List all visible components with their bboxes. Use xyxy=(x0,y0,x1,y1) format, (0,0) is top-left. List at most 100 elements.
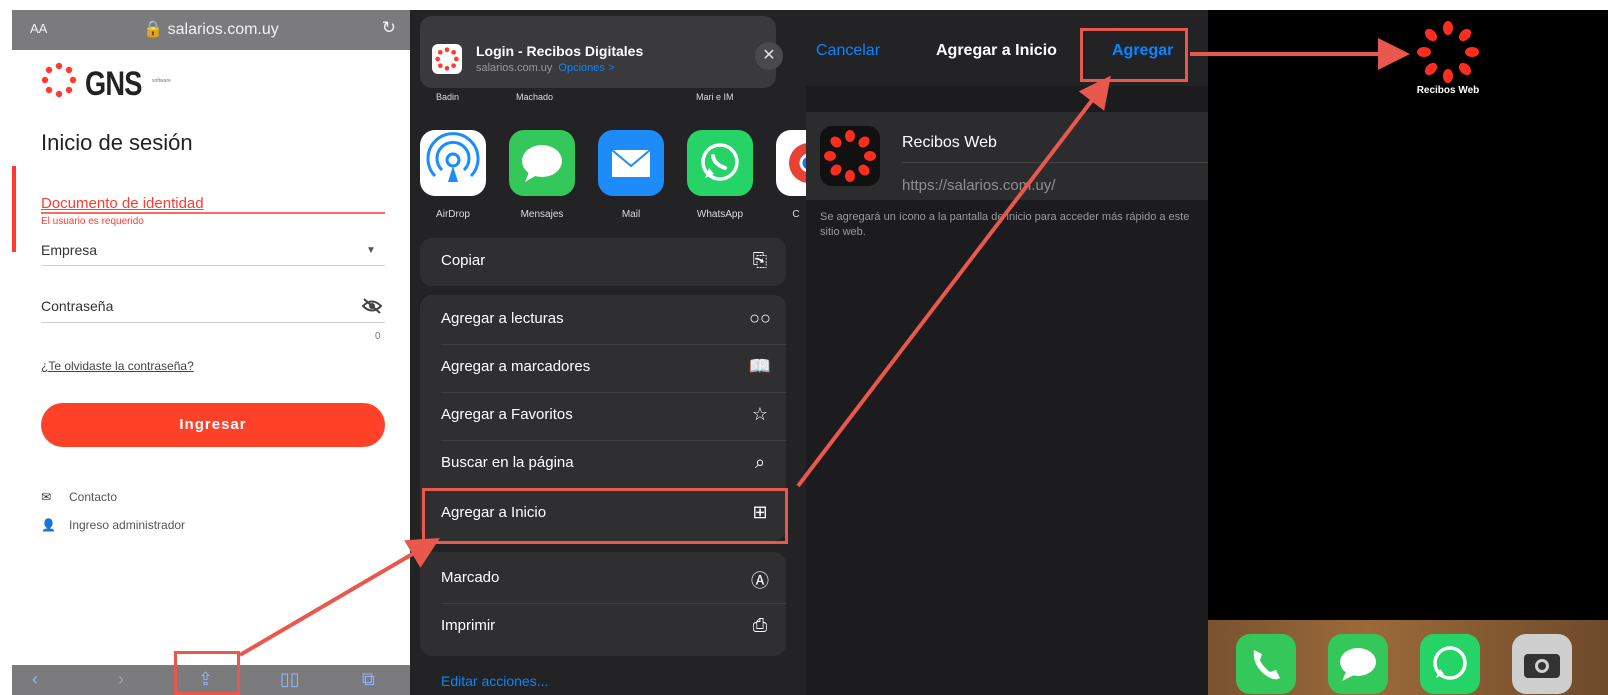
bookmarks-icon[interactable]: ▯▯ xyxy=(280,669,300,690)
app-label: C xyxy=(792,209,800,220)
messages-app[interactable] xyxy=(509,130,575,196)
add-bookmark-action[interactable]: Agregar a marcadores 📖 xyxy=(420,344,786,392)
shortcut-note: Se agregará un ícono a la pantalla de in… xyxy=(820,211,1190,238)
add-to-home-highlight-box xyxy=(422,488,788,544)
password-field[interactable]: Contraseña xyxy=(41,298,113,314)
message-bubble-icon xyxy=(522,145,562,182)
shared-page-title: Login - Recibos Digitales xyxy=(476,43,644,59)
safari-address-bar[interactable]: AA 🔒 salarios.com.uy ↻ xyxy=(12,10,410,50)
contact-link[interactable]: ✉ Contacto xyxy=(41,490,117,504)
chevron-down-icon[interactable]: ▼ xyxy=(366,245,376,256)
add-to-reading-list-action[interactable]: Agregar a lecturas ○○ xyxy=(420,296,786,344)
share-highlight-box xyxy=(174,651,240,695)
shared-url-text: salarios.com.uy xyxy=(476,62,553,74)
empresa-select[interactable]: Empresa xyxy=(41,242,97,258)
envelope-icon: ✉ xyxy=(41,490,52,504)
glasses-icon: ○○ xyxy=(749,308,771,328)
add-favorites-action[interactable]: Agregar a Favoritos ☆ xyxy=(420,392,786,440)
shortcut-url: https://salarios.com.uy/ xyxy=(902,177,1056,194)
admin-user-icon: 👤 xyxy=(41,518,56,532)
error-accent-bar xyxy=(12,166,16,252)
page-title: Inicio de sesión xyxy=(41,130,193,155)
admin-label: Ingreso administrador xyxy=(69,518,186,532)
camera-app[interactable] xyxy=(1512,634,1572,694)
document-error: El usuario es requerido xyxy=(41,216,144,227)
action-label: Agregar a lecturas xyxy=(441,310,564,327)
login-button[interactable]: Ingresar xyxy=(41,403,385,447)
site-favicon xyxy=(432,44,462,74)
home-icon-label: Recibos Web xyxy=(1416,85,1480,96)
airdrop-icon xyxy=(426,132,480,182)
options-link[interactable]: Opciones > xyxy=(558,62,614,74)
markup-icon: Ⓐ xyxy=(751,571,769,591)
app-label: AirDrop xyxy=(436,209,470,220)
gns-favicon-icon xyxy=(435,47,459,71)
action-label: Agregar a Favoritos xyxy=(441,406,573,423)
nav-title: Agregar a Inicio xyxy=(936,42,1057,59)
messages-dock-app[interactable] xyxy=(1328,634,1388,694)
whatsapp-icon xyxy=(1433,646,1467,680)
gns-logo-icon xyxy=(41,62,77,98)
address-field[interactable]: 🔒 salarios.com.uy xyxy=(12,19,410,39)
reload-icon[interactable]: ↻ xyxy=(382,18,396,38)
printer-icon: ⎙ xyxy=(752,615,768,635)
whatsapp-icon xyxy=(701,143,739,181)
search-icon: ⌕ xyxy=(754,452,766,472)
app-label: Mail xyxy=(621,209,641,220)
action-label: Imprimir xyxy=(441,617,496,634)
app-label: WhatsApp xyxy=(696,209,744,220)
mail-app[interactable] xyxy=(598,130,664,196)
star-icon: ☆ xyxy=(751,404,769,424)
address-url: salarios.com.uy xyxy=(167,21,279,38)
password-underline xyxy=(41,322,385,323)
contact-label: Contacto xyxy=(69,490,118,504)
forward-icon[interactable]: › xyxy=(118,669,124,690)
contact-suggestion[interactable]: Machado xyxy=(516,92,553,102)
shared-page-url: salarios.com.uy Opciones > xyxy=(476,62,614,74)
close-icon[interactable]: ✕ xyxy=(755,42,783,70)
messages-icon xyxy=(1340,648,1376,681)
shortcut-name-field[interactable]: Recibos Web xyxy=(902,134,997,152)
markup-action[interactable]: Marcado Ⓐ xyxy=(420,555,786,603)
print-action[interactable]: Imprimir ⎙ xyxy=(420,603,786,651)
action-label: Agregar a marcadores xyxy=(441,358,591,375)
copy-action[interactable]: Copiar ⎘ xyxy=(420,238,786,286)
action-label: Marcado xyxy=(441,569,500,586)
whatsapp-app[interactable] xyxy=(687,130,753,196)
brand-name: GNS xyxy=(85,65,142,103)
recibos-logo-icon xyxy=(824,130,876,182)
divider xyxy=(902,162,1208,163)
phone-icon xyxy=(1253,650,1280,680)
safari-login-panel: AA 🔒 salarios.com.uy ↻ GNS software Inic… xyxy=(12,10,410,695)
share-sheet-panel: Login - Recibos Digitales salarios.com.u… xyxy=(410,10,806,695)
contact-suggestion[interactable]: Mari e IM xyxy=(696,92,734,102)
forgot-password-link[interactable]: ¿Te olvidaste la contraseña? xyxy=(41,359,194,373)
cancel-button[interactable]: Cancelar xyxy=(816,42,880,60)
whatsapp-dock-app[interactable] xyxy=(1420,634,1480,694)
chrome-app[interactable] xyxy=(776,130,806,196)
document-field-underline xyxy=(41,212,385,214)
recibos-web-home-icon[interactable] xyxy=(1416,20,1480,84)
document-field[interactable]: Documento de identidad xyxy=(41,195,204,212)
camera-icon xyxy=(1524,654,1560,678)
airdrop-app[interactable] xyxy=(420,130,486,196)
brand-subtitle: software xyxy=(152,78,171,84)
contact-suggestion[interactable]: Badin xyxy=(436,92,459,102)
copy-icon: ⎘ xyxy=(752,250,768,270)
phone-app[interactable] xyxy=(1236,634,1296,694)
add-to-home-panel: Cancelar Agregar a Inicio Agregar Recibo… xyxy=(806,10,1208,695)
home-screen-panel: Recibos Web xyxy=(1208,10,1608,695)
add-button-highlight-box xyxy=(1080,28,1188,82)
action-label: Buscar en la página xyxy=(441,454,574,471)
tabs-icon[interactable]: ⧉ xyxy=(362,669,375,690)
password-char-count: 0 xyxy=(375,331,381,342)
admin-login-link[interactable]: 👤 Ingreso administrador xyxy=(41,518,185,532)
find-on-page-action[interactable]: Buscar en la página ⌕ xyxy=(420,440,786,488)
chrome-icon xyxy=(789,143,806,183)
app-icon-preview xyxy=(820,126,880,186)
eye-off-icon[interactable] xyxy=(361,297,383,315)
book-icon: 📖 xyxy=(748,356,772,376)
back-icon[interactable]: ‹ xyxy=(32,669,38,690)
edit-actions-link[interactable]: Editar acciones... xyxy=(441,673,548,689)
copy-label: Copiar xyxy=(441,252,486,269)
